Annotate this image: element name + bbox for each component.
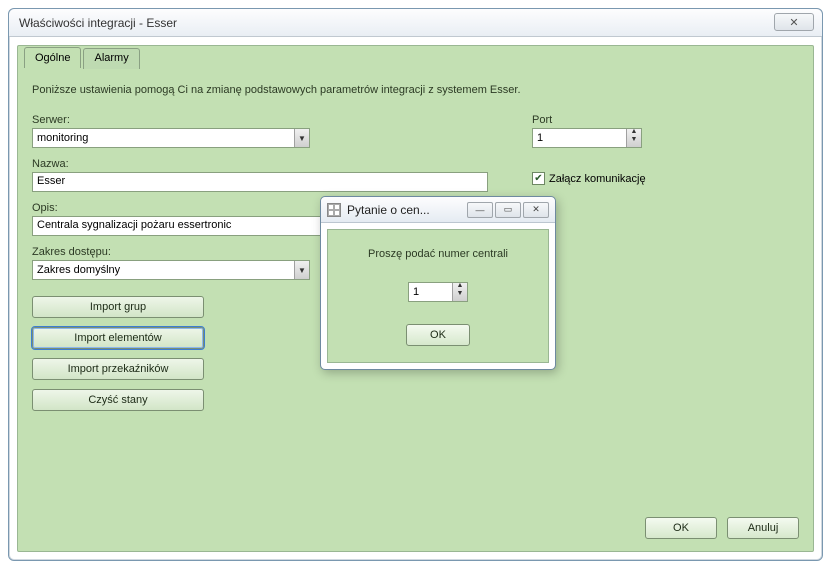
central-number-spinner[interactable]: 1 ▲▼ [408,282,468,302]
cancel-button[interactable]: Anuluj [727,517,799,539]
modal-ok-button[interactable]: OK [406,324,470,346]
port-label: Port [532,114,646,126]
desc-value: Centrala sygnalizacji pożaru essertronic [37,219,231,231]
button-label: Anuluj [748,522,779,534]
modal-prompt: Proszę podać numer centrali [368,248,508,260]
minimize-icon: — [476,205,485,215]
button-label: Import grup [90,301,146,313]
tab-label: Ogólne [35,52,70,64]
button-label: OK [673,522,689,534]
ok-button[interactable]: OK [645,517,717,539]
main-window: Właściwości integracji - Esser ✕ Ogólne … [8,8,823,561]
modal-close-button[interactable]: ✕ [523,202,549,218]
central-number-value: 1 [413,286,419,298]
modal-minimize-button[interactable]: — [467,202,493,218]
server-value: monitoring [37,132,88,144]
chevron-down-icon: ▼ [294,129,309,147]
name-label: Nazwa: [32,158,512,170]
button-label: Czyść stany [88,394,147,406]
port-value: 1 [537,132,543,144]
app-icon [327,203,341,217]
button-label: Import przekaźników [68,363,169,375]
import-groups-button[interactable]: Import grup [32,296,204,318]
name-input[interactable]: Esser [32,172,488,192]
comm-checkbox-label: Załącz komunikację [549,173,646,185]
button-label: Import elementów [74,332,161,344]
close-icon: ✕ [532,204,540,215]
server-select[interactable]: monitoring ▼ [32,128,310,148]
scope-select[interactable]: Zakres domyślny ▼ [32,260,310,280]
comm-checkbox[interactable]: ✔ [532,172,545,185]
number-prompt-dialog: Pytanie o cen... — ▭ ✕ Proszę podać nume… [320,196,556,370]
window-title: Właściwości integracji - Esser [19,16,177,30]
spinner-buttons[interactable]: ▲▼ [626,129,641,147]
import-elements-button[interactable]: Import elementów [32,327,204,349]
maximize-icon: ▭ [504,204,513,215]
modal-body: Proszę podać numer centrali 1 ▲▼ OK [327,229,549,363]
content-pane: Ogólne Alarmy Poniższe ustawienia pomogą… [17,45,814,552]
modal-maximize-button[interactable]: ▭ [495,202,521,218]
clear-states-button[interactable]: Czyść stany [32,389,204,411]
window-close-button[interactable]: ✕ [774,13,814,31]
dialog-buttons: OK Anuluj [645,517,799,539]
tab-label: Alarmy [94,52,128,64]
import-relays-button[interactable]: Import przekaźników [32,358,204,380]
tab-strip: Ogólne Alarmy [24,45,142,66]
port-spinner[interactable]: 1 ▲▼ [532,128,642,148]
button-label: OK [430,329,446,341]
titlebar: Właściwości integracji - Esser ✕ [9,9,822,37]
modal-title: Pytanie o cen... [347,203,461,217]
tab-ogolne[interactable]: Ogólne [24,47,81,68]
modal-titlebar: Pytanie o cen... — ▭ ✕ [321,197,555,223]
spinner-buttons[interactable]: ▲▼ [452,283,467,301]
server-label: Serwer: [32,114,512,126]
close-icon: ✕ [789,16,798,29]
name-value: Esser [37,175,65,187]
chevron-down-icon: ▼ [294,261,309,279]
intro-text: Poniższe ustawienia pomogą Ci na zmianę … [32,84,799,96]
scope-value: Zakres domyślny [37,264,120,276]
